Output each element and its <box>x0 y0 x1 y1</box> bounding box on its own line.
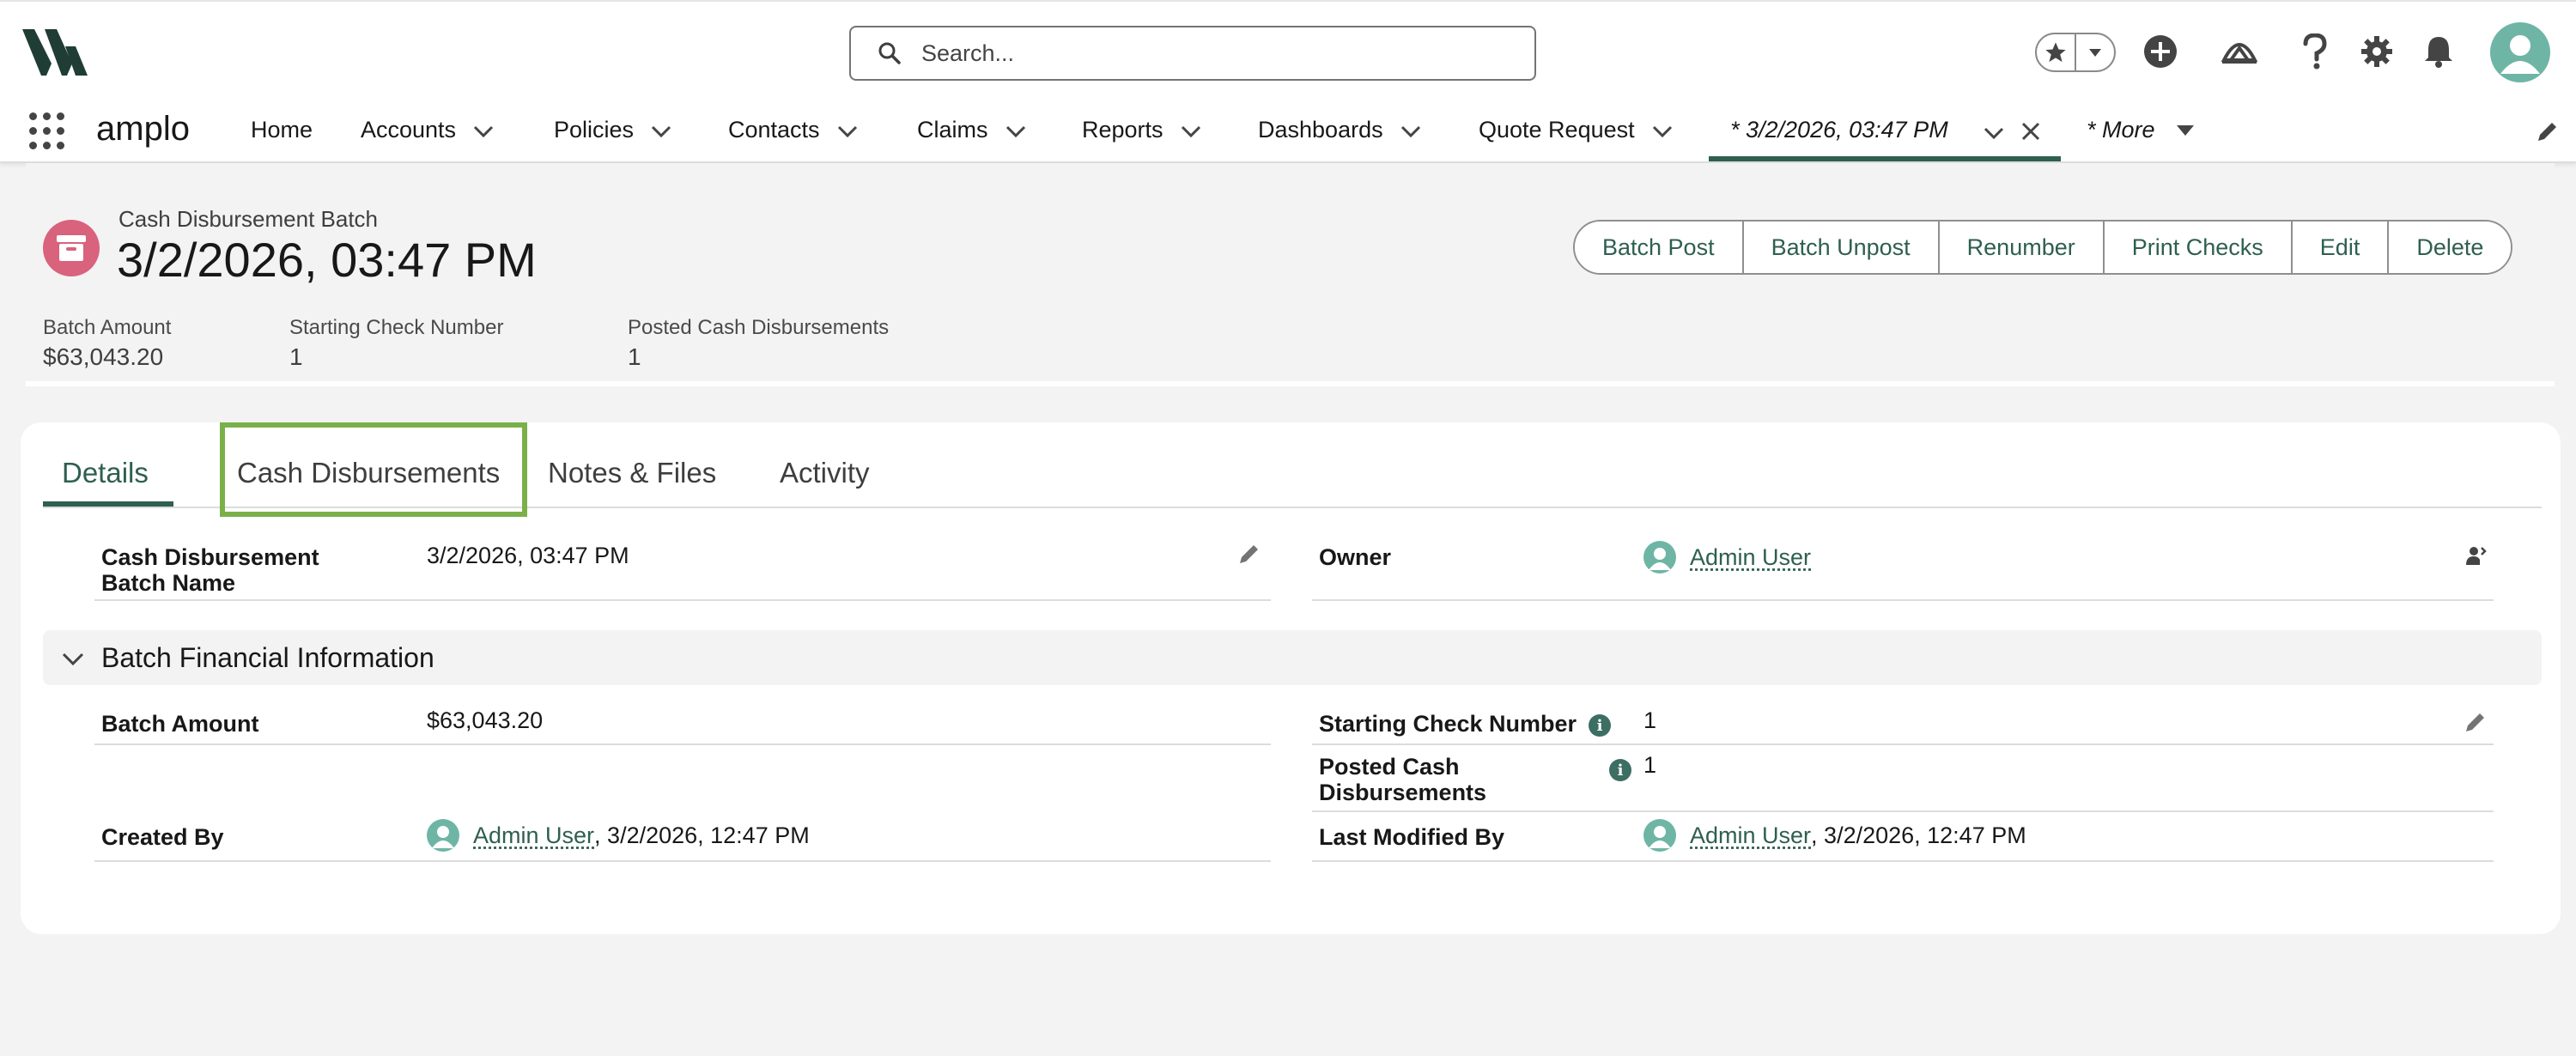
field-label-batch-name: Cash Disbursement Batch Name <box>101 544 319 596</box>
created-by-date: , 3/2/2026, 12:47 PM <box>594 822 810 848</box>
global-header: Search... <box>0 0 2576 103</box>
star-icon <box>2045 42 2066 63</box>
app-navigation: amplo Home Accounts Policies Contacts Cl… <box>0 103 2576 163</box>
search-icon <box>878 42 901 64</box>
change-owner-icon[interactable] <box>2463 543 2488 568</box>
tab-notes-files[interactable]: Notes & Files <box>548 457 716 489</box>
delete-button[interactable]: Delete <box>2387 222 2512 273</box>
print-checks-button[interactable]: Print Checks <box>2102 222 2291 273</box>
field-label-posted-cash-disbursements: Posted Cash Disbursements <box>1319 754 1487 805</box>
record-actions: Batch Post Batch Unpost Renumber Print C… <box>1573 220 2513 275</box>
user-avatar-icon[interactable] <box>2490 22 2550 82</box>
app-name: amplo <box>96 110 190 148</box>
divider <box>1312 599 2494 601</box>
field-value-created-by: Admin User , 3/2/2026, 12:47 PM <box>427 819 810 852</box>
chevron-down-icon[interactable] <box>1004 118 1028 143</box>
search-input[interactable]: Search... <box>849 26 1536 81</box>
record-tabs: Details Cash Disbursements Notes & Files… <box>43 422 2542 517</box>
edit-pencil-icon[interactable] <box>2463 709 2488 735</box>
user-avatar-icon <box>427 819 459 852</box>
field-label-last-modified-by: Last Modified By <box>1319 824 1505 850</box>
chevron-down-icon <box>62 652 84 666</box>
nav-item-claims[interactable]: Claims <box>917 117 1028 143</box>
app-launcher-icon[interactable] <box>29 112 67 150</box>
search-placeholder: Search... <box>921 39 1015 66</box>
info-icon[interactable]: i <box>1609 759 1631 781</box>
divider <box>1312 810 2494 812</box>
help-icon[interactable] <box>2294 31 2336 72</box>
cash-disbursement-batch-icon <box>43 220 100 276</box>
tab-highlight-box <box>220 422 527 517</box>
divider <box>94 860 1271 862</box>
tab-activity[interactable]: Activity <box>780 457 870 489</box>
edit-pencil-icon[interactable] <box>1236 541 1262 567</box>
highlight-posted-cash-disbursements: Posted Cash Disbursements 1 <box>628 316 890 370</box>
highlight-batch-amount: Batch Amount $63,043.20 <box>43 316 172 370</box>
edit-button[interactable]: Edit <box>2290 222 2388 273</box>
nav-item-policies[interactable]: Policies <box>554 117 673 143</box>
trailhead-icon[interactable] <box>2219 31 2260 72</box>
highlight-starting-check-number: Starting Check Number 1 <box>289 316 504 370</box>
add-icon[interactable] <box>2140 31 2181 72</box>
caret-down-icon <box>2176 124 2194 136</box>
gear-icon[interactable] <box>2356 31 2397 72</box>
chevron-down-icon[interactable] <box>649 118 673 143</box>
chevron-down-icon[interactable] <box>1179 118 1203 143</box>
nav-item-reports[interactable]: Reports <box>1082 117 1203 143</box>
record-type-label: Cash Disbursement Batch <box>118 206 379 232</box>
chevron-down-icon[interactable] <box>1399 118 1423 143</box>
field-value-posted-cash-disbursements: 1 <box>1643 752 1657 778</box>
nav-tab-current-record[interactable]: * 3/2/2026, 03:47 PM <box>1709 103 2061 161</box>
field-label-batch-amount: Batch Amount <box>101 711 259 737</box>
nav-tab-label: * 3/2/2026, 03:47 PM <box>1730 117 1948 143</box>
info-icon[interactable]: i <box>1589 714 1611 737</box>
user-avatar-icon <box>1643 541 1676 574</box>
active-tab-indicator <box>43 501 173 507</box>
nav-item-dashboards[interactable]: Dashboards <box>1258 117 1423 143</box>
field-label-created-by: Created By <box>101 824 224 850</box>
record-highlights: Cash Disbursement Batch 3/2/2026, 03:47 … <box>26 163 2555 386</box>
last-modified-user-link[interactable]: Admin User <box>1690 822 1811 849</box>
chevron-down-icon <box>2089 49 2101 57</box>
section-title: Batch Financial Information <box>101 642 434 673</box>
user-avatar-icon <box>1643 819 1676 852</box>
chevron-down-icon[interactable] <box>1650 118 1674 143</box>
batch-post-button[interactable]: Batch Post <box>1575 222 1742 273</box>
divider <box>1312 860 2494 862</box>
nav-item-contacts[interactable]: Contacts <box>728 117 860 143</box>
record-detail-card: Details Cash Disbursements Notes & Files… <box>21 422 2561 934</box>
last-modified-date: , 3/2/2026, 12:47 PM <box>1811 822 2026 848</box>
close-icon[interactable] <box>2020 120 2042 143</box>
nav-item-home[interactable]: Home <box>251 117 313 143</box>
divider <box>94 599 1271 601</box>
divider <box>1312 743 2494 745</box>
tab-details[interactable]: Details <box>62 457 149 489</box>
record-title: 3/2/2026, 03:47 PM <box>117 233 537 287</box>
field-value-starting-check-number: 1 <box>1643 707 1657 733</box>
renumber-button[interactable]: Renumber <box>1937 222 2103 273</box>
favorites-button[interactable] <box>2037 34 2075 70</box>
favorites-button-group <box>2035 33 2116 72</box>
created-by-user-link[interactable]: Admin User <box>473 822 594 849</box>
field-value-owner: Admin User <box>1643 541 1811 574</box>
chevron-down-icon[interactable] <box>471 118 495 143</box>
divider <box>94 743 1271 745</box>
field-value-batch-name: 3/2/2026, 03:47 PM <box>427 543 629 568</box>
edit-nav-icon[interactable] <box>2535 118 2561 144</box>
field-label-starting-check-number: Starting Check Number <box>1319 711 1577 737</box>
logo-icon[interactable] <box>22 27 88 77</box>
nav-item-quote-request[interactable]: Quote Request <box>1479 117 1674 143</box>
nav-item-accounts[interactable]: Accounts <box>361 117 495 143</box>
favorites-menu-button[interactable] <box>2075 34 2114 70</box>
field-value-batch-amount: $63,043.20 <box>427 707 544 733</box>
bell-icon[interactable] <box>2418 31 2459 72</box>
chevron-down-icon[interactable] <box>835 118 860 143</box>
batch-unpost-button[interactable]: Batch Unpost <box>1741 222 1938 273</box>
field-value-last-modified-by: Admin User , 3/2/2026, 12:47 PM <box>1643 819 2026 852</box>
chevron-down-icon[interactable] <box>1982 120 2006 144</box>
owner-link[interactable]: Admin User <box>1690 544 1811 571</box>
field-label-owner: Owner <box>1319 544 1392 570</box>
section-batch-financial-information[interactable]: Batch Financial Information <box>43 630 2542 685</box>
nav-more-menu[interactable]: * More <box>2087 117 2195 143</box>
